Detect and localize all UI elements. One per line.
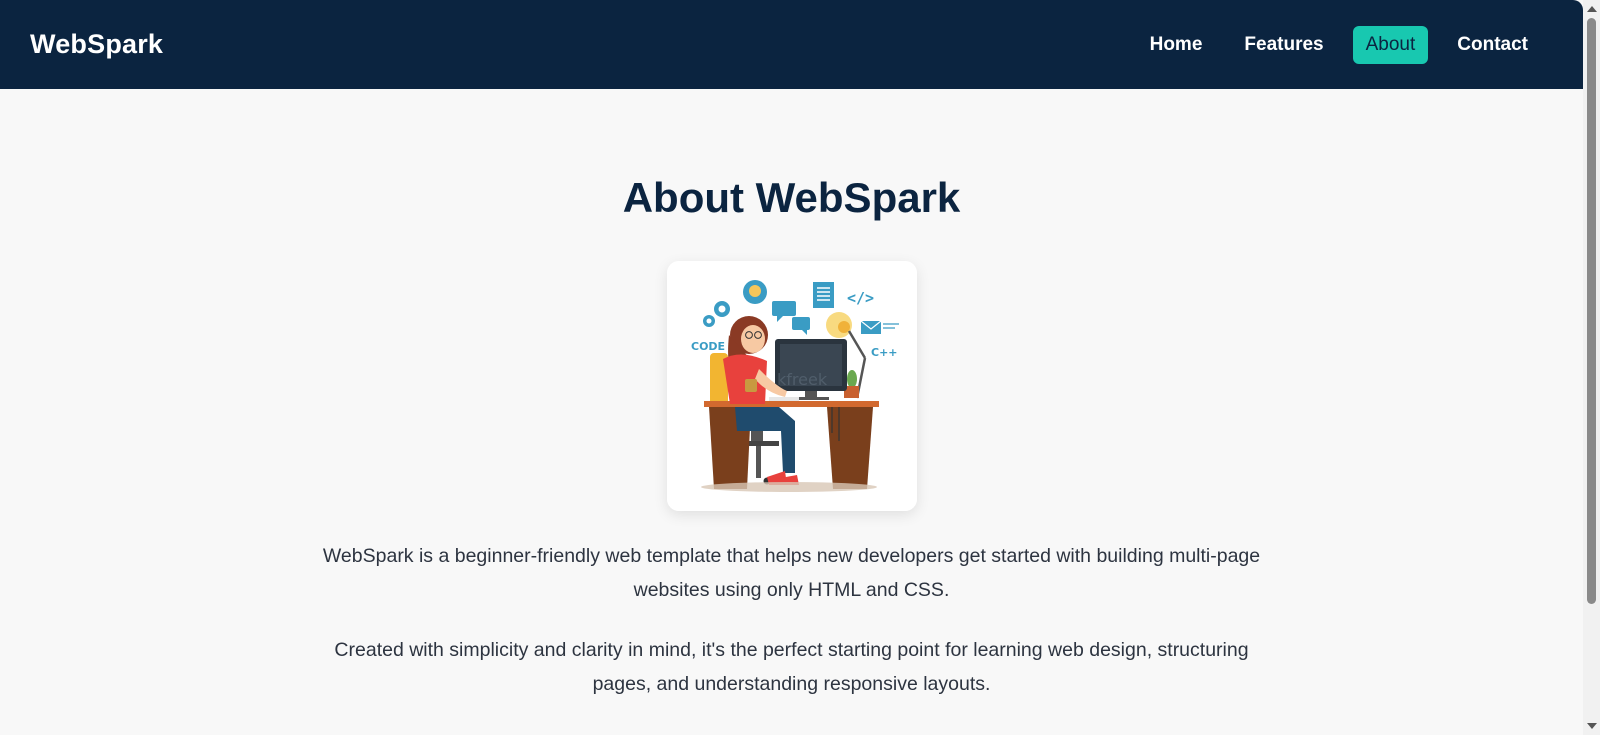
navbar: WebSpark Home Features About Contact bbox=[0, 0, 1583, 89]
scrollbar-thumb[interactable] bbox=[1587, 18, 1596, 604]
browser-viewport: WebSpark Home Features About Contact Abo… bbox=[0, 0, 1583, 735]
brand-logo[interactable]: WebSpark bbox=[30, 29, 163, 60]
about-paragraph-1: WebSpark is a beginner-friendly web temp… bbox=[322, 545, 1261, 601]
cpp-label: C++ bbox=[871, 346, 898, 359]
nav-link-home[interactable]: Home bbox=[1137, 26, 1216, 64]
nav-link-features[interactable]: Features bbox=[1231, 26, 1336, 64]
about-section: About WebSpark </> CODE C++ kfreek WebSp… bbox=[0, 89, 1583, 701]
scroll-down-arrow-icon[interactable] bbox=[1587, 723, 1597, 729]
developer-illustration: </> CODE C++ kfreek bbox=[666, 261, 917, 511]
lightbulb-icon bbox=[742, 280, 767, 304]
nav-link-about[interactable]: About bbox=[1352, 25, 1429, 64]
document-icon bbox=[812, 282, 834, 308]
vertical-scrollbar[interactable] bbox=[1583, 0, 1600, 735]
page-title: About WebSpark bbox=[622, 174, 961, 221]
about-paragraph-2: Created with simplicity and clarity in m… bbox=[334, 639, 1249, 695]
code-tag-label: </> bbox=[847, 289, 874, 307]
floor-shadow bbox=[700, 482, 877, 492]
watermark-text: kfreek bbox=[777, 370, 828, 389]
keyboard bbox=[768, 397, 799, 401]
code-label: CODE bbox=[691, 340, 725, 353]
developer-at-desk-image: </> CODE C++ kfreek bbox=[666, 261, 917, 511]
nav-link-contact[interactable]: Contact bbox=[1444, 26, 1541, 64]
nav-links: Home Features About Contact bbox=[1137, 25, 1541, 64]
scroll-up-arrow-icon[interactable] bbox=[1587, 6, 1597, 12]
